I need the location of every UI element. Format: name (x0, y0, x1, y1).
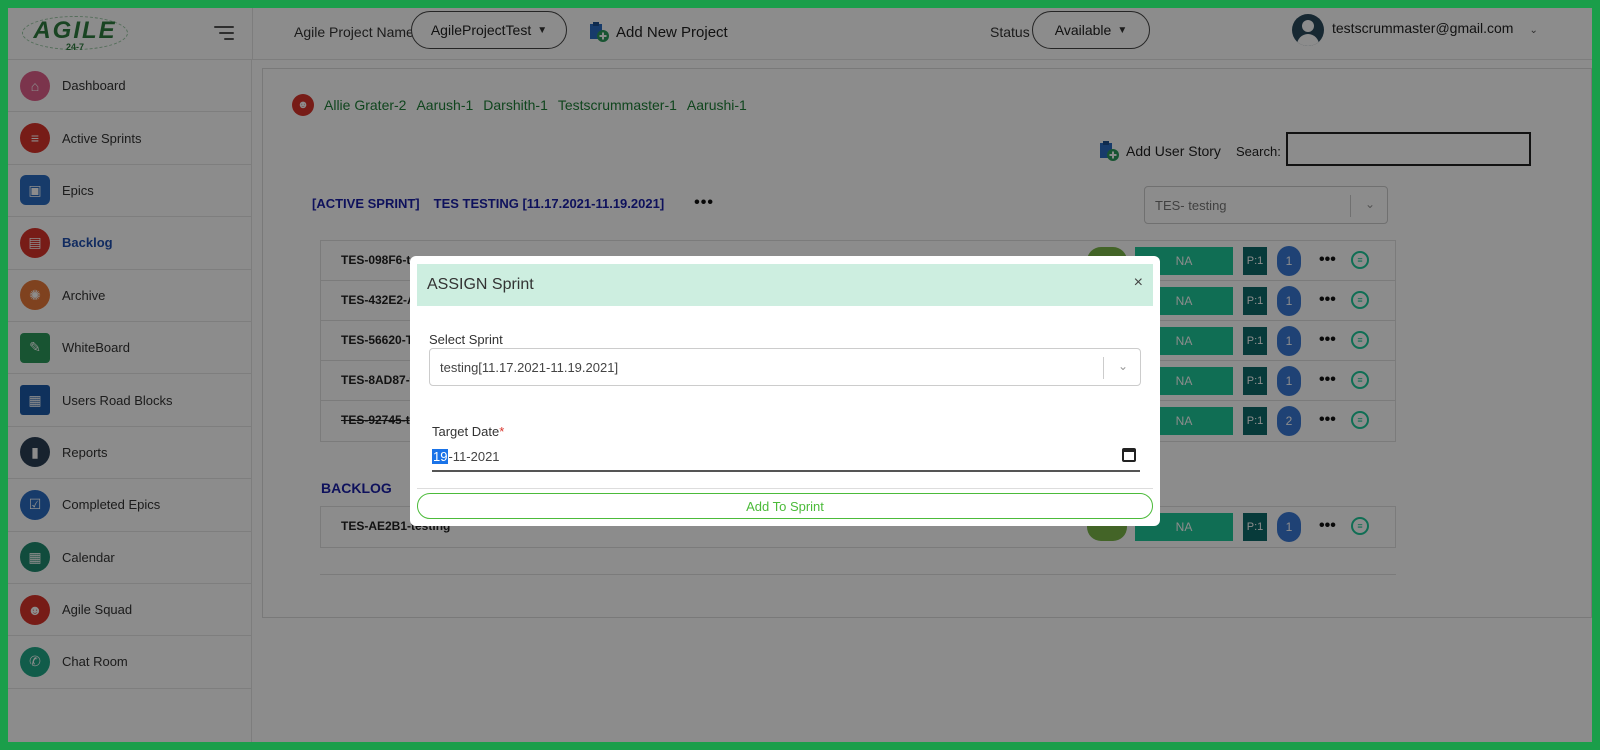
date-rest-segment[interactable]: -11-2021 (448, 449, 499, 464)
required-mark: * (499, 424, 505, 439)
assign-sprint-modal: ASSIGN Sprint × Select Sprint testing[11… (410, 256, 1160, 526)
target-date-input[interactable]: 19 -11-2021 (432, 442, 1140, 472)
select-sprint-dropdown[interactable]: testing[11.17.2021-11.19.2021] ⌄ (429, 348, 1141, 386)
chevron-down-icon: ⌄ (1117, 359, 1128, 373)
app-frame: AGILE 24-7 Agile Project Name AgileProje… (8, 8, 1592, 742)
modal-title: ASSIGN Sprint (427, 276, 534, 293)
select-sprint-value: testing[11.17.2021-11.19.2021] (440, 359, 619, 375)
select-sprint-label: Select Sprint (429, 332, 503, 347)
calendar-icon[interactable] (1122, 448, 1136, 462)
date-day-segment[interactable]: 19 (432, 448, 449, 464)
add-to-sprint-button[interactable]: Add To Sprint (417, 493, 1153, 519)
close-icon[interactable]: × (1134, 274, 1143, 292)
target-date-label-text: Target Date (432, 424, 500, 439)
modal-divider (417, 488, 1153, 489)
target-date-label: Target Date* (432, 424, 504, 439)
modal-header: ASSIGN Sprint × (417, 264, 1153, 306)
